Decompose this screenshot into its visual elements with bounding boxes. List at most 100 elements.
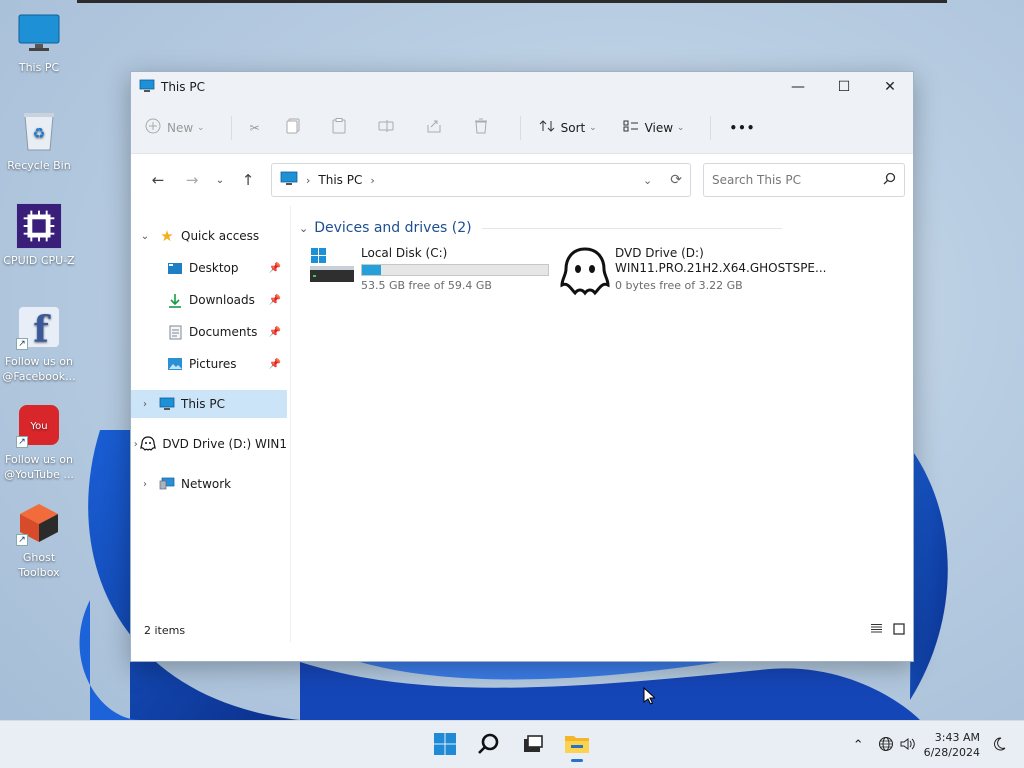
desktop-icon-label: Ghost Toolbox	[18, 551, 60, 579]
maximize-button[interactable]: ☐	[821, 72, 867, 102]
clock-date: 6/28/2024	[923, 746, 980, 759]
close-button[interactable]: ✕	[867, 72, 913, 102]
desktop-icon	[167, 260, 183, 276]
star-icon: ★	[160, 227, 174, 245]
drive-free-space: 0 bytes free of 3.22 GB	[615, 279, 743, 292]
task-view-button[interactable]	[518, 727, 548, 763]
large-icons-view-button[interactable]	[893, 622, 905, 638]
delete-button[interactable]	[474, 118, 494, 137]
desktop-icon-youtube[interactable]: You ↗ Follow us on @YouTube ...	[2, 402, 76, 482]
drive-free-space: 53.5 GB free of 59.4 GB	[361, 279, 492, 292]
this-pc-icon	[280, 171, 298, 189]
pictures-icon	[167, 356, 183, 372]
windows-logo-icon	[433, 732, 457, 759]
refresh-button[interactable]: ⟳	[670, 172, 682, 188]
sort-button[interactable]: Sort ⌄	[539, 119, 597, 136]
nav-item-desktop[interactable]: Desktop 📌	[131, 254, 287, 282]
item-count: 2 items	[144, 623, 186, 637]
nav-network[interactable]: › Network	[131, 470, 287, 498]
mouse-cursor	[643, 686, 657, 708]
file-explorer-taskbar-button[interactable]	[562, 727, 592, 763]
share-button[interactable]	[426, 119, 448, 136]
nav-item-pictures[interactable]: Pictures 📌	[131, 350, 287, 378]
this-pc-icon	[139, 79, 155, 96]
nav-this-pc[interactable]: › This PC	[131, 390, 287, 418]
trash-icon	[474, 118, 494, 137]
shortcut-arrow-icon: ↗	[16, 338, 28, 350]
address-bar[interactable]: › This PC › ⌄ ⟳	[271, 163, 691, 197]
desktop-icon-ghost-toolbox[interactable]: ↗ Ghost Toolbox	[2, 500, 76, 580]
navigation-pane: ⌄ ★ Quick access Desktop 📌 Downloads 📌 D…	[131, 206, 291, 642]
chevron-down-icon: ⌄	[643, 174, 653, 187]
chevron-down-icon: ⌄	[197, 122, 205, 133]
pin-icon: 📌	[268, 262, 281, 274]
group-header-devices[interactable]: ⌄ Devices and drives (2)	[299, 220, 782, 236]
shortcut-arrow-icon: ↗	[16, 534, 28, 546]
title-bar[interactable]: This PC — ☐ ✕	[131, 72, 913, 102]
pin-icon: 📌	[268, 294, 281, 306]
drive-name: Local Disk (C:)	[361, 246, 448, 260]
search-button[interactable]	[474, 727, 504, 763]
new-button[interactable]: New ⌄	[145, 118, 205, 137]
desktop-icon-label: Recycle Bin	[7, 159, 71, 172]
window-title: This PC	[161, 80, 205, 94]
breadcrumb-this-pc[interactable]: This PC	[318, 173, 362, 187]
taskbar: ⌃ 3:43 AM 6/28/2024	[0, 720, 1024, 768]
chevron-up-icon: ⌃	[852, 737, 864, 753]
search-icon	[883, 172, 896, 188]
details-view-button[interactable]	[870, 623, 883, 638]
volume-button[interactable]	[900, 737, 916, 754]
shortcut-arrow-icon: ↗	[16, 436, 28, 448]
explorer-body: ⌄ ★ Quick access Desktop 📌 Downloads 📌 D…	[131, 206, 913, 642]
facebook-icon: f ↗	[16, 304, 62, 350]
speaker-icon	[900, 737, 916, 754]
chevron-right-icon[interactable]: ›	[370, 174, 374, 187]
refresh-icon: ⟳	[670, 172, 682, 188]
copy-icon	[286, 118, 306, 137]
ghost-toolbox-icon: ↗	[16, 500, 62, 546]
minimize-button[interactable]: —	[775, 72, 821, 102]
chevron-down-icon[interactable]: ⌄	[131, 231, 159, 242]
focus-assist-button[interactable]	[992, 736, 1006, 754]
nav-item-downloads[interactable]: Downloads 📌	[131, 286, 287, 314]
desktop-icon-facebook[interactable]: f ↗ Follow us on @Facebook...	[2, 304, 76, 384]
chevron-right-icon[interactable]: ›	[131, 399, 159, 410]
drive-volume-label: WIN11.PRO.21H2.X64.GHOSTSPE...	[615, 261, 827, 275]
network-status-button[interactable]	[878, 736, 894, 755]
recent-locations-button[interactable]: ⌄	[209, 166, 231, 194]
drive-tile-c[interactable]: Local Disk (C:) 53.5 GB free of 59.4 GB	[309, 246, 549, 292]
desktop-icon-recycle-bin[interactable]: ♻ Recycle Bin	[2, 108, 76, 173]
rename-button[interactable]	[378, 119, 400, 136]
nav-quick-access[interactable]: ⌄ ★ Quick access	[131, 222, 287, 250]
paste-button[interactable]	[332, 118, 352, 137]
large-icons-view-icon	[893, 622, 905, 638]
command-bar: New ⌄ ✂ Sort ⌄ View ⌄ •••	[131, 102, 913, 154]
file-explorer-window: This PC — ☐ ✕ New ⌄ ✂ Sort ⌄ View ⌄ •••	[130, 71, 914, 662]
up-button[interactable]: ↑	[231, 166, 265, 194]
arrow-left-icon: ←	[151, 171, 165, 189]
address-history-button[interactable]: ⌄	[643, 173, 652, 187]
folder-icon	[564, 733, 590, 758]
back-button[interactable]: ←	[141, 166, 175, 194]
search-input[interactable]: Search This PC	[703, 163, 905, 197]
chevron-right-icon[interactable]: ›	[131, 479, 159, 490]
copy-button[interactable]	[286, 118, 306, 137]
more-options-button[interactable]: •••	[729, 121, 755, 135]
nav-dvd-drive[interactable]: › DVD Drive (D:) WIN1	[131, 430, 287, 458]
desktop-icon-this-pc[interactable]: This PC	[2, 10, 76, 75]
clock[interactable]: 3:43 AM 6/28/2024	[924, 730, 980, 760]
drive-usage-fill	[362, 265, 381, 275]
search-placeholder: Search This PC	[712, 173, 801, 187]
start-button[interactable]	[430, 727, 460, 763]
view-button[interactable]: View ⌄	[623, 120, 684, 135]
desktop-icon-cpu-z[interactable]: CPUID CPU-Z	[2, 203, 76, 268]
show-hidden-icons-button[interactable]: ⌃	[853, 738, 864, 753]
cut-button[interactable]: ✂	[250, 121, 260, 135]
status-bar: 2 items	[131, 618, 913, 642]
address-row: ← → ⌄ ↑ › This PC › ⌄ ⟳ Search This PC	[131, 154, 913, 206]
nav-item-documents[interactable]: Documents 📌	[131, 318, 287, 346]
chevron-right-icon[interactable]: ›	[131, 439, 140, 450]
drive-tile-d[interactable]: DVD Drive (D:) WIN11.PRO.21H2.X64.GHOSTS…	[559, 246, 826, 296]
forward-button[interactable]: →	[175, 166, 209, 194]
recycle-bin-icon: ♻	[16, 108, 62, 154]
